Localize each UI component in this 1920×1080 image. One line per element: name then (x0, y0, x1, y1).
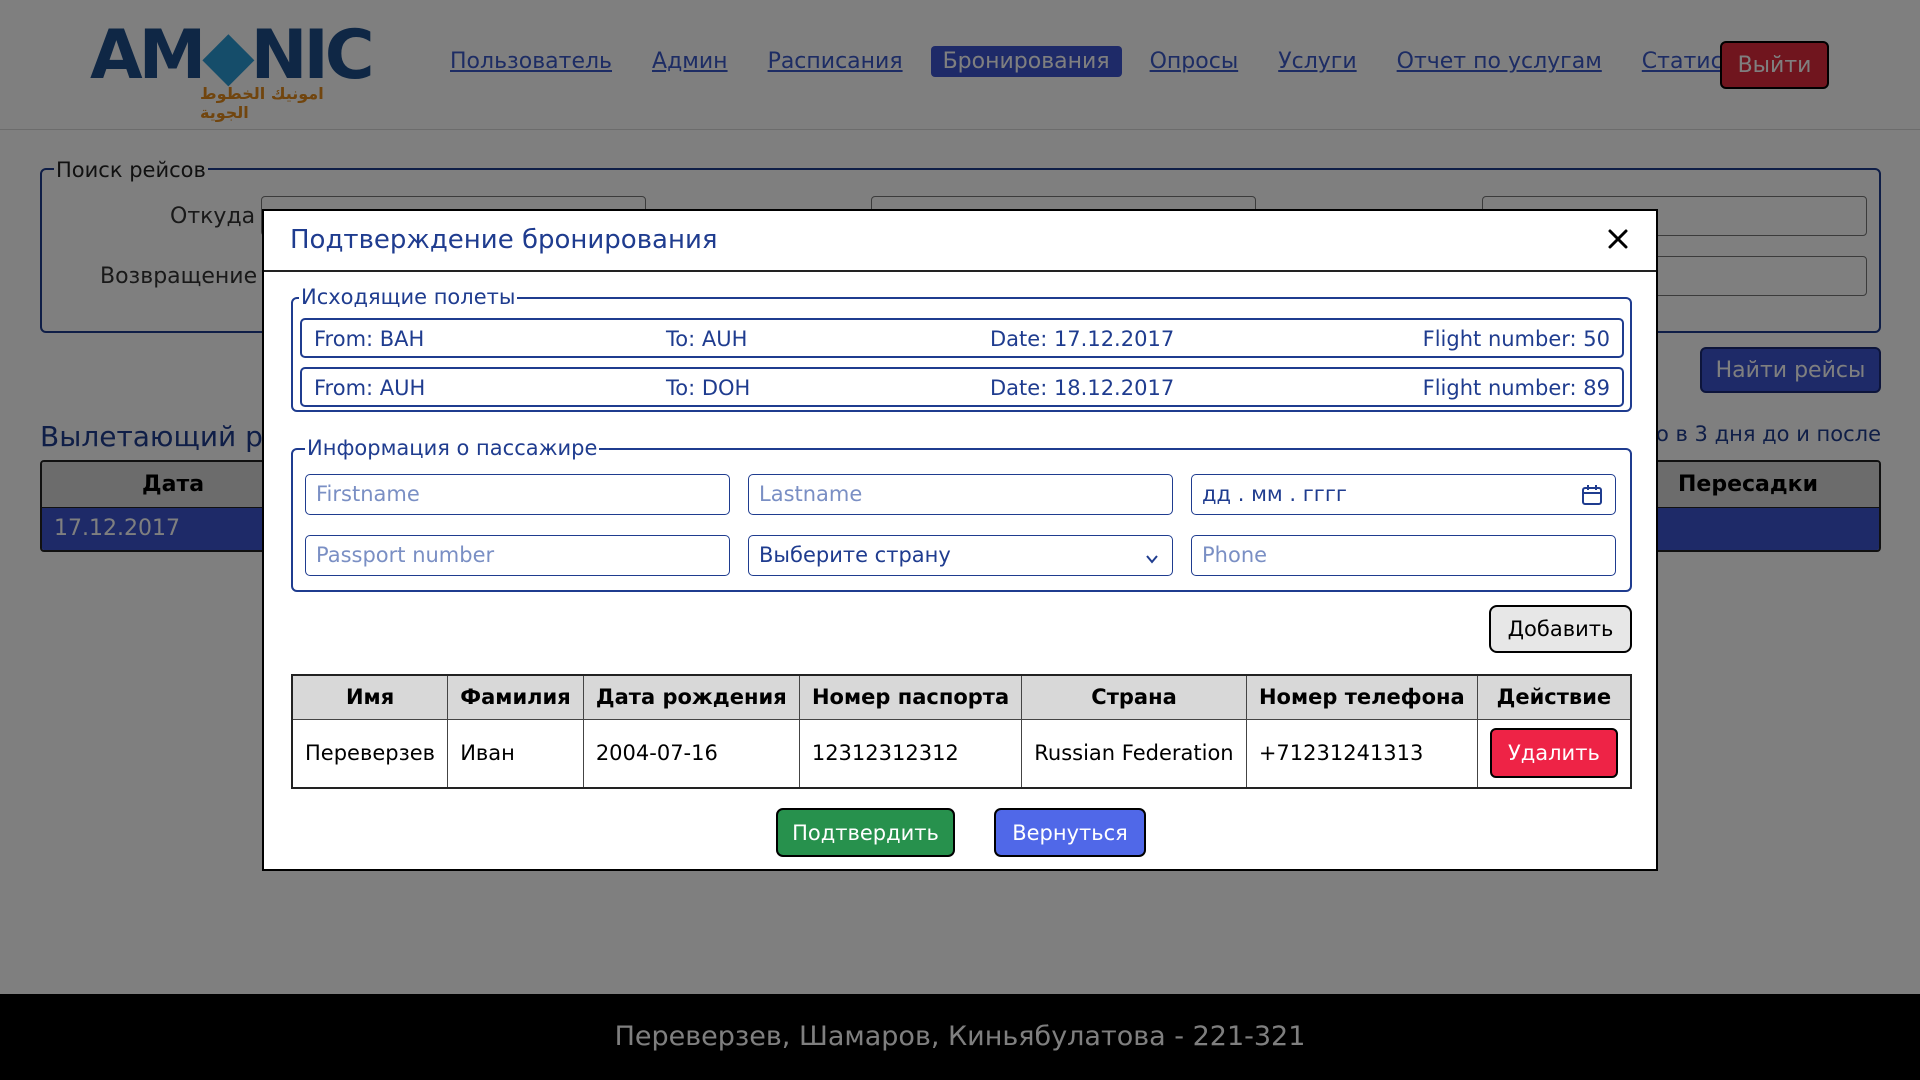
flight-date: Date: 17.12.2017 (990, 327, 1175, 351)
cell-birthdate: 2004-07-16 (582, 718, 800, 789)
flight-to: To: AUH (666, 327, 748, 351)
table-header-row: Имя Фамилия Дата рождения Номер паспорта… (291, 674, 1632, 720)
col-birthdate: Дата рождения (582, 674, 800, 720)
outgoing-legend: Исходящие полеты (299, 285, 518, 309)
flight-number: Flight number: 50 (1422, 327, 1610, 351)
phone-input[interactable]: Phone (1191, 535, 1616, 576)
col-last-name: Фамилия (447, 674, 584, 720)
cell-last-name: Иван (447, 718, 584, 789)
country-select-value: Выберите страну (759, 543, 951, 567)
country-select[interactable]: Выберите страну (748, 535, 1173, 576)
flight-number: Flight number: 89 (1422, 376, 1610, 400)
cell-passport: 12312312312 (798, 718, 1023, 789)
passengers-table: Имя Фамилия Дата рождения Номер паспорта… (291, 674, 1632, 789)
booking-confirmation-modal: Подтверждение бронирования Исходящие пол… (262, 209, 1658, 871)
close-icon[interactable] (1600, 221, 1636, 257)
passport-input[interactable]: Passport number (305, 535, 730, 576)
cell-country: Russian Federation (1021, 718, 1247, 789)
col-phone: Номер телефона (1245, 674, 1478, 720)
calendar-icon[interactable] (1581, 484, 1603, 511)
lastname-input[interactable]: Lastname (748, 474, 1173, 515)
cell-phone: +71231241313 (1245, 718, 1478, 789)
cell-first-name: Переверзев (291, 718, 449, 789)
flight-date: Date: 18.12.2017 (990, 376, 1175, 400)
back-button[interactable]: Вернуться (994, 808, 1146, 857)
passenger-info-group: Информация о пассажире Firstname Lastnam… (291, 436, 1632, 592)
outgoing-flights-group: Исходящие полеты From: BAH To: AUH Date:… (291, 285, 1632, 412)
flight-row: From: BAH To: AUH Date: 17.12.2017 Fligh… (300, 318, 1624, 358)
birthdate-input[interactable]: дд . мм . гггг (1191, 474, 1616, 515)
col-first-name: Имя (291, 674, 449, 720)
flight-from: From: AUH (314, 376, 426, 400)
modal-header: Подтверждение бронирования (264, 211, 1656, 272)
flight-row: From: AUH To: DOH Date: 18.12.2017 Fligh… (300, 367, 1624, 407)
birthdate-placeholder: дд . мм . гггг (1202, 482, 1347, 506)
modal-title: Подтверждение бронирования (290, 225, 718, 255)
flight-from: From: BAH (314, 327, 425, 351)
col-country: Страна (1021, 674, 1247, 720)
chevron-down-icon (1144, 548, 1160, 572)
passenger-legend: Информация о пассажире (305, 436, 600, 460)
delete-passenger-button[interactable]: Удалить (1489, 728, 1618, 779)
cell-action: Удалить (1476, 718, 1632, 789)
flight-to: To: DOH (666, 376, 751, 400)
add-passenger-button[interactable]: Добавить (1489, 605, 1632, 653)
confirm-button[interactable]: Подтвердить (776, 808, 955, 857)
col-passport: Номер паспорта (798, 674, 1023, 720)
firstname-input[interactable]: Firstname (305, 474, 730, 515)
table-row: Переверзев Иван 2004-07-16 12312312312 R… (291, 718, 1632, 789)
col-action: Действие (1476, 674, 1632, 720)
